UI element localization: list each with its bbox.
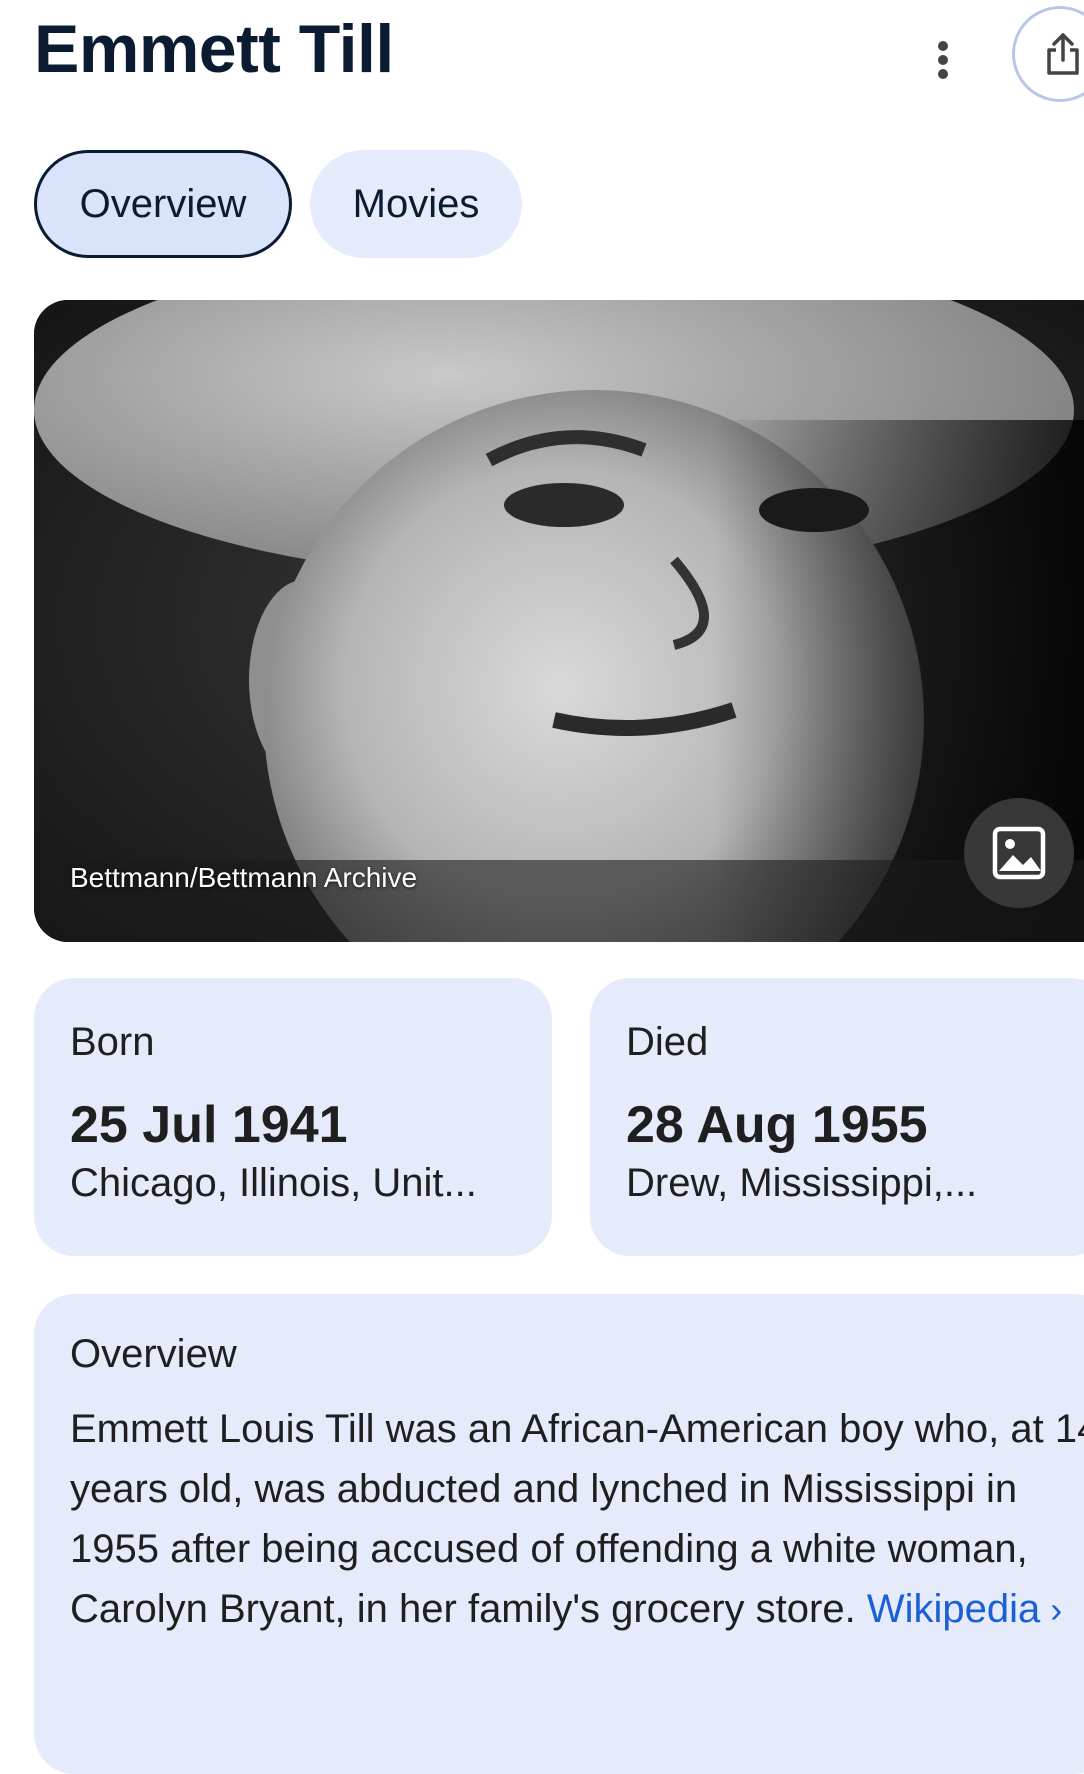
portrait-photo <box>34 300 1084 942</box>
wikipedia-link[interactable]: Wikipedia › <box>867 1587 1062 1631</box>
tab-movies[interactable]: Movies <box>310 150 522 258</box>
died-card[interactable]: Died 28 Aug 1955 Drew, Mississippi,... <box>590 978 1084 1256</box>
more-options-button[interactable] <box>920 30 966 90</box>
overview-description: Emmett Louis Till was an African-America… <box>70 1399 1084 1640</box>
overview-heading: Overview <box>70 1332 237 1376</box>
chevron-right-icon: › <box>1050 1589 1063 1630</box>
wikipedia-link-label: Wikipedia <box>866 1587 1041 1631</box>
view-images-button[interactable] <box>964 798 1074 908</box>
born-place: Chicago, Illinois, Unit... <box>70 1161 477 1205</box>
image-credit: Bettmann/Bettmann Archive <box>70 862 418 893</box>
died-label: Died <box>626 1020 709 1064</box>
born-date: 25 Jul 1941 <box>70 1096 348 1154</box>
more-vert-icon <box>938 41 948 79</box>
page-title: Emmett Till <box>34 11 394 87</box>
portrait-image[interactable]: Bettmann/Bettmann Archive <box>34 300 1084 942</box>
tab-overview[interactable]: Overview <box>34 150 292 258</box>
share-icon <box>1047 33 1079 75</box>
share-button[interactable] <box>1012 6 1084 102</box>
overview-card: Overview Emmett Louis Till was an Africa… <box>34 1294 1084 1774</box>
died-place: Drew, Mississippi,... <box>626 1161 978 1205</box>
died-date: 28 Aug 1955 <box>626 1096 928 1154</box>
born-card[interactable]: Born 25 Jul 1941 Chicago, Illinois, Unit… <box>34 978 552 1256</box>
born-label: Born <box>70 1020 155 1064</box>
image-icon <box>992 826 1046 880</box>
